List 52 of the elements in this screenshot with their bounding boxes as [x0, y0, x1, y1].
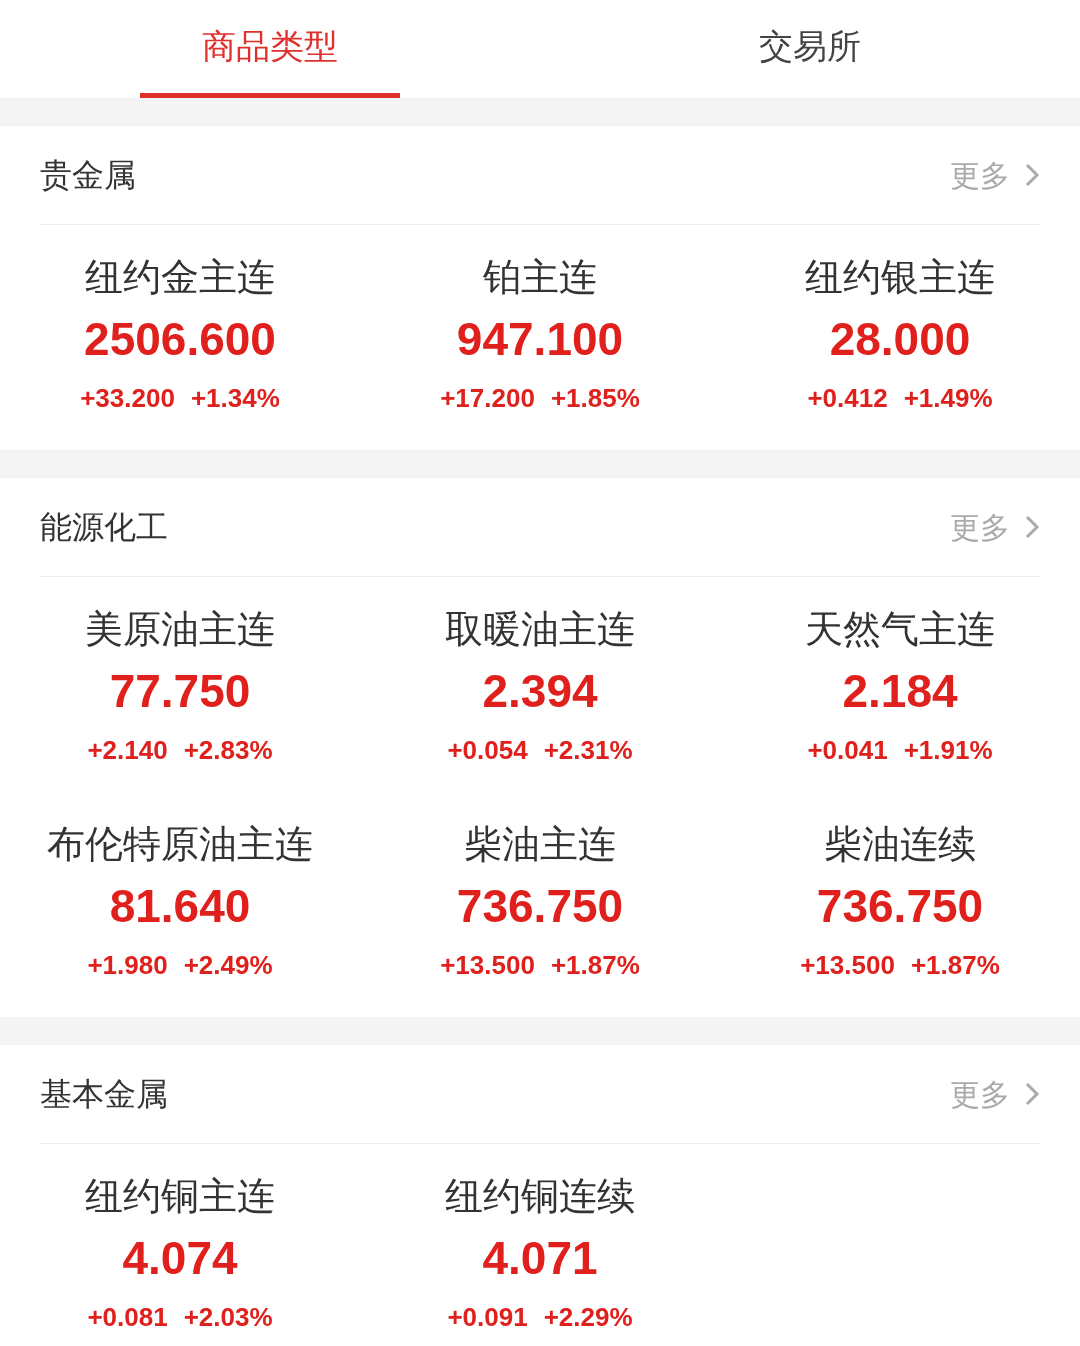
- change-percent: +2.49%: [183, 949, 273, 982]
- commodity-name[interactable]: 取暖油主连: [445, 605, 635, 653]
- price: 77.750: [109, 664, 251, 719]
- commodity-name[interactable]: 纽约铜连续: [445, 1172, 635, 1220]
- price: 28.000: [829, 312, 971, 367]
- chevron-right-icon: [1024, 514, 1040, 540]
- change-value: +1.980: [87, 949, 168, 982]
- change-value: +17.200: [440, 382, 535, 415]
- change-value: +0.041: [807, 734, 888, 767]
- chevron-right-icon: [1024, 162, 1040, 188]
- commodity-name[interactable]: 美原油主连: [85, 605, 275, 653]
- change-percent: +1.85%: [550, 382, 640, 415]
- section-title: 基本金属: [40, 1075, 168, 1114]
- commodity-name[interactable]: 纽约铜主连: [85, 1172, 275, 1220]
- price: 2.184: [842, 664, 958, 719]
- commodity-name[interactable]: 纽约银主连: [805, 253, 995, 301]
- chevron-right-icon: [1024, 1081, 1040, 1107]
- change-percent: +1.91%: [903, 734, 993, 767]
- change-percent: +1.49%: [903, 382, 993, 415]
- section-title: 能源化工: [40, 508, 168, 547]
- change-percent: +1.34%: [190, 382, 280, 415]
- section-title: 贵金属: [40, 156, 136, 195]
- change-percent: +2.83%: [183, 734, 273, 767]
- change-value: +13.500: [440, 949, 535, 982]
- tab[interactable]: 交易所: [680, 0, 940, 98]
- commodity-name[interactable]: 柴油主连: [464, 820, 616, 868]
- change-value: +13.500: [800, 949, 895, 982]
- change-value: +2.140: [87, 734, 168, 767]
- change-percent: +1.87%: [910, 949, 1000, 982]
- price: 4.074: [122, 1231, 238, 1286]
- change-percent: +2.31%: [543, 734, 633, 767]
- tab[interactable]: 商品类型: [140, 0, 400, 98]
- commodity-name[interactable]: 铂主连: [483, 253, 597, 301]
- price: 736.750: [816, 879, 984, 934]
- price: 2506.600: [84, 312, 276, 367]
- change-percent: +2.03%: [183, 1301, 273, 1334]
- change-percent: +1.87%: [550, 949, 640, 982]
- change-percent: +2.29%: [543, 1301, 633, 1334]
- change-value: +0.054: [447, 734, 528, 767]
- price: 947.100: [456, 312, 624, 367]
- change-value: +0.091: [447, 1301, 528, 1334]
- commodity-name[interactable]: 天然气主连: [805, 605, 995, 653]
- price: 736.750: [456, 879, 624, 934]
- change-value: +33.200: [80, 382, 175, 415]
- commodity-name[interactable]: 柴油连续: [824, 820, 976, 868]
- commodity-name[interactable]: 纽约金主连: [85, 253, 275, 301]
- price: 4.071: [482, 1231, 598, 1286]
- price: 81.640: [109, 879, 251, 934]
- commodity-name[interactable]: 布伦特原油主连: [47, 820, 313, 868]
- price: 2.394: [482, 664, 598, 719]
- change-value: +0.412: [807, 382, 888, 415]
- change-value: +0.081: [87, 1301, 168, 1334]
